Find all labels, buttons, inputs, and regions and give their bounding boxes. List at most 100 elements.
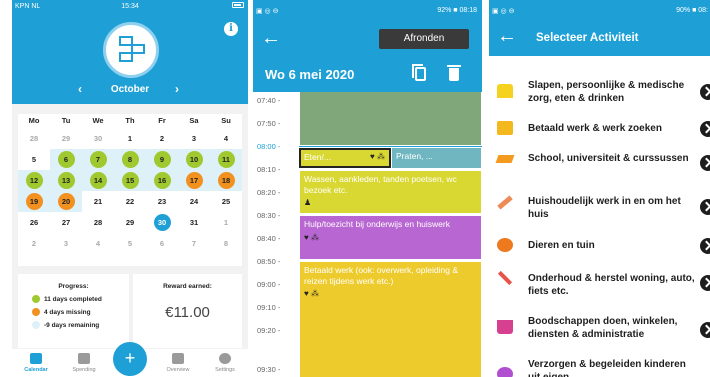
calendar-day[interactable]: 27: [50, 212, 82, 233]
calendar-grid: Mo Tu We Th Fr Sa Su 28 29 30 1 2 3 4 5 …: [18, 114, 242, 266]
activity-block-selected[interactable]: Eten/... ♥ ⁂: [299, 148, 391, 168]
calendar-day[interactable]: 4: [210, 128, 242, 149]
chevron-icon[interactable]: [700, 84, 710, 100]
calendar-day[interactable]: 29: [114, 212, 146, 233]
remaining-dot-icon: [32, 321, 40, 329]
tab-overview[interactable]: Overview: [158, 353, 198, 373]
status-right: 90% ■ 08:: [676, 7, 708, 14]
chevron-icon[interactable]: [700, 322, 710, 338]
next-month-button[interactable]: ›: [175, 82, 179, 96]
calendar-day-completed[interactable]: 13: [50, 170, 82, 191]
graduation-cap-icon: [495, 155, 515, 163]
child-icon: [497, 367, 513, 377]
calendar-day[interactable]: 25: [210, 191, 242, 212]
calendar-day[interactable]: 3: [50, 233, 82, 254]
completed-label: 11 days completed: [44, 295, 102, 303]
calendar-day[interactable]: 31: [178, 212, 210, 233]
calendar-day[interactable]: 22: [114, 191, 146, 212]
back-arrow-icon[interactable]: ←: [261, 27, 281, 50]
activity-block[interactable]: [300, 92, 481, 145]
trash-icon[interactable]: [447, 65, 461, 81]
calendar-day[interactable]: 2: [18, 233, 50, 254]
chevron-icon[interactable]: [700, 121, 710, 137]
calendar-day[interactable]: 7: [178, 233, 210, 254]
calendar-day[interactable]: 4: [82, 233, 114, 254]
date-bar: Wo 6 mei 2020: [253, 58, 482, 92]
calendar-day-completed[interactable]: 14: [82, 170, 114, 191]
activity-block[interactable]: Betaald werk (ook: overwerk, opleiding &…: [300, 262, 481, 377]
calendar-day[interactable]: 6: [146, 233, 178, 254]
remaining-label: -9 days remaining: [44, 321, 100, 329]
weekday-label: Tu: [61, 116, 71, 125]
calendar-day[interactable]: 29: [50, 128, 82, 149]
weekday-header: Mo Tu We Th Fr Sa Su: [18, 114, 242, 128]
person-icon: ♥ ⁂: [370, 152, 385, 161]
calendar-day-completed[interactable]: 16: [146, 170, 178, 191]
calendar-day[interactable]: 28: [82, 212, 114, 233]
shopping-cart-icon: [497, 320, 513, 334]
chevron-icon[interactable]: [700, 199, 710, 215]
calendar-day-completed[interactable]: 15: [114, 170, 146, 191]
app-bar: ← Selecteer Activiteit: [489, 22, 710, 56]
chevron-icon[interactable]: [700, 275, 710, 291]
copy-icon[interactable]: [412, 64, 426, 81]
weekday-label: Mo: [28, 116, 40, 125]
weekday-label: Th: [125, 116, 135, 125]
calendar-day-completed[interactable]: 6: [50, 149, 82, 170]
calendar-day-today[interactable]: 30: [146, 212, 178, 233]
calendar-day-missing[interactable]: 17: [178, 170, 210, 191]
page-title: Selecteer Activiteit: [536, 32, 639, 44]
calendar-day[interactable]: 24: [178, 191, 210, 212]
finish-button[interactable]: Afronden: [379, 29, 469, 49]
back-arrow-icon[interactable]: ←: [497, 25, 517, 48]
calendar-day-completed[interactable]: 9: [146, 149, 178, 170]
bed-icon: [497, 84, 513, 98]
activity-block[interactable]: Wassen, aankleden, tanden poetsen, wc be…: [300, 171, 481, 213]
activity-block[interactable]: Praten, ...: [392, 148, 481, 168]
info-icon[interactable]: i: [224, 22, 238, 36]
calendar-day-completed[interactable]: 10: [178, 149, 210, 170]
activity-block[interactable]: Hulp/toezicht bij onderwijs en huiswerk ♥…: [300, 216, 481, 259]
calendar-day-missing[interactable]: 18: [210, 170, 242, 191]
weekday-label: Sa: [189, 116, 199, 125]
calendar-day[interactable]: 30: [82, 128, 114, 149]
calendar-day[interactable]: 2: [146, 128, 178, 149]
calendar-day-completed[interactable]: 11: [210, 149, 242, 170]
tab-spending[interactable]: Spending: [64, 353, 104, 373]
calendar-day[interactable]: 8: [210, 233, 242, 254]
status-bar: KPN NL 15:34: [12, 2, 248, 14]
current-time-line: [299, 146, 482, 147]
reward-amount: €11.00: [165, 304, 210, 321]
calendar-day-missing[interactable]: 20: [50, 191, 82, 212]
time-label: 08:50 -: [257, 257, 281, 266]
add-button[interactable]: +: [113, 342, 147, 376]
calendar-day[interactable]: 28: [18, 128, 50, 149]
calendar-day[interactable]: 1: [210, 212, 242, 233]
calendar-day-completed[interactable]: 8: [114, 149, 146, 170]
calendar-day[interactable]: 5: [18, 149, 50, 170]
calendar-day-completed[interactable]: 7: [82, 149, 114, 170]
calendar-day[interactable]: 21: [82, 191, 114, 212]
tools-icon: [497, 270, 513, 286]
time-label: 09:20 -: [257, 326, 281, 335]
battery-icon: [232, 2, 244, 8]
heart-icon: ♥ ⁂: [304, 232, 319, 242]
tab-settings[interactable]: Settings: [205, 353, 245, 373]
calendar-day[interactable]: 5: [114, 233, 146, 254]
cbs-logo: [103, 22, 159, 78]
calendar-day[interactable]: 3: [178, 128, 210, 149]
completed-dot-icon: [32, 295, 40, 303]
calendar-day-completed[interactable]: 12: [18, 170, 50, 191]
chevron-icon[interactable]: [700, 155, 710, 171]
weekday-label: Fr: [158, 116, 166, 125]
calendar-day[interactable]: 1: [114, 128, 146, 149]
time-label: 07:50 -: [257, 119, 281, 128]
calendar-day-missing[interactable]: 19: [18, 191, 50, 212]
tab-calendar[interactable]: Calendar: [16, 353, 56, 373]
chevron-icon[interactable]: [700, 238, 710, 254]
calendar-day[interactable]: 23: [146, 191, 178, 212]
status-bar: ▣ ◎ ⊖ 90% ■ 08:: [489, 0, 710, 22]
calendar-header: KPN NL 15:34 i ‹ October ›: [12, 0, 248, 104]
bottom-tab-bar: Calendar Spending + Overview Settings: [12, 342, 248, 377]
calendar-day[interactable]: 26: [18, 212, 50, 233]
